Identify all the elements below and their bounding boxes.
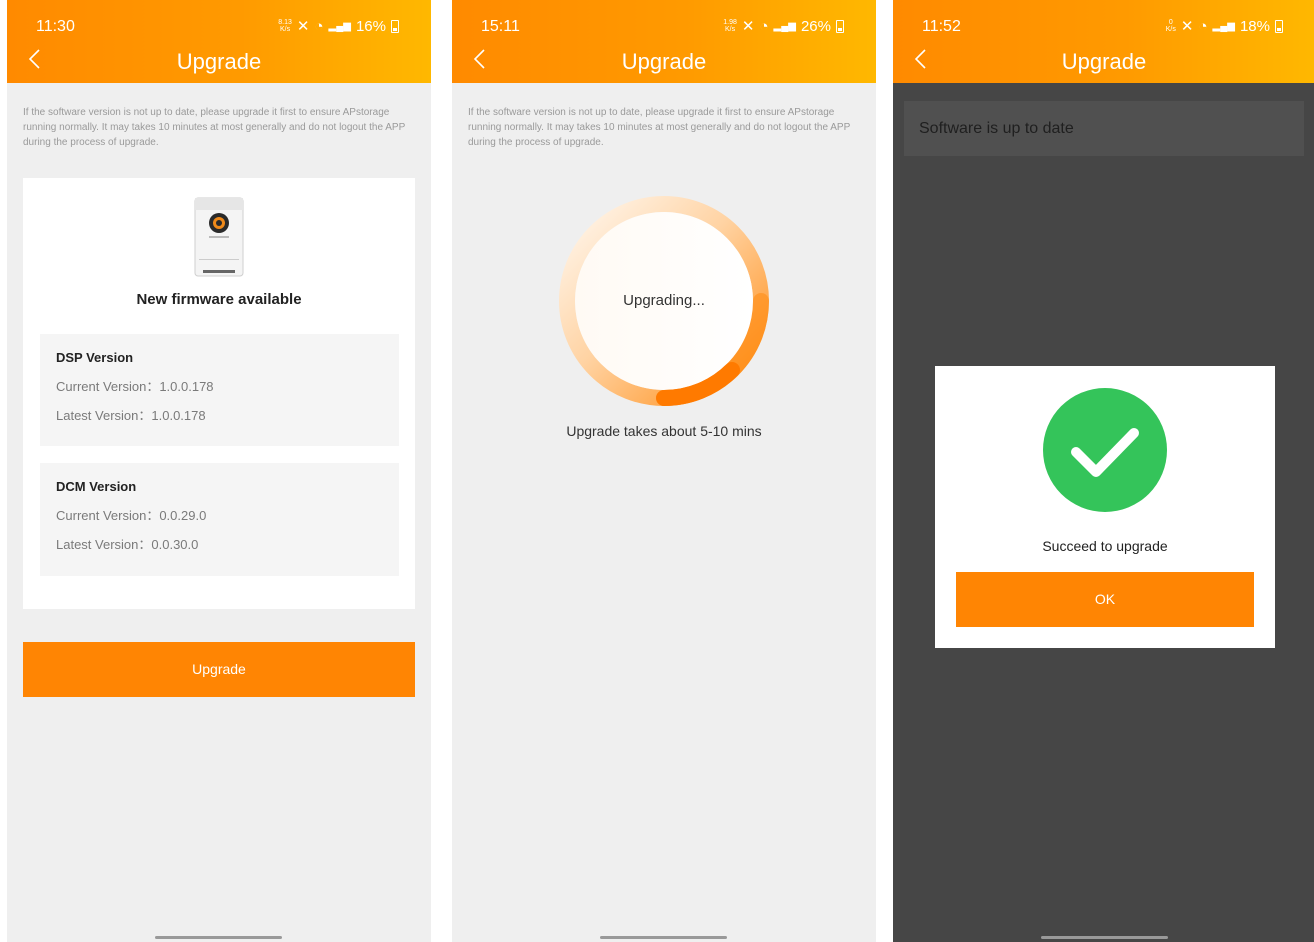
battery-icon <box>836 19 844 33</box>
ok-button[interactable]: OK <box>956 572 1254 627</box>
app-bar: 11:52 0 K/s ✕ ◔ ▂▄▆ 18% Upgrade <box>893 0 1314 83</box>
screen-upgrading: 15:11 1.98 K/s ✕ ◔ ▂▄▆ 26% Upgrade If the… <box>452 0 876 942</box>
status-time: 11:30 <box>36 18 75 35</box>
upgrading-label: Upgrading... <box>623 292 705 309</box>
battery-percent: 26% <box>800 17 831 35</box>
dsp-version-title: DSP Version <box>56 350 134 365</box>
page-title: Upgrade <box>176 49 262 74</box>
app-bar: 15:11 1.98 K/s ✕ ◔ ▂▄▆ 26% Upgrade <box>452 0 876 83</box>
screen-upgrade-success: 11:52 0 K/s ✕ ◔ ▂▄▆ 18% Upgrade Software … <box>893 0 1314 942</box>
mute-icon: ✕ <box>296 18 310 35</box>
upgrade-button[interactable]: Upgrade <box>23 642 415 697</box>
battery-percent: 18% <box>1239 17 1270 35</box>
screen-firmware-available: 11:30 8.13 K/s ✕ ◔ ▂▄▆ 16% Upgrade If the… <box>7 0 431 942</box>
home-indicator[interactable] <box>1041 936 1168 939</box>
home-indicator[interactable] <box>155 936 282 939</box>
intro-text: If the software version is not up to dat… <box>23 107 406 148</box>
software-status-banner: Software is up to date <box>904 101 1304 156</box>
signal-icon: ▂▄▆ <box>773 20 796 32</box>
page-title: Upgrade <box>621 49 707 74</box>
dsp-version-box: DSP Version Current Version：1.0.0.178 La… <box>40 334 399 446</box>
success-check-icon <box>1043 388 1167 512</box>
wifi-icon: ◔ <box>1198 17 1208 35</box>
wifi-icon: ◔ <box>314 17 324 35</box>
page-title: Upgrade <box>1061 49 1147 74</box>
inverter-device-icon <box>194 197 244 277</box>
battery-icon <box>391 19 399 33</box>
dsp-latest-version: Latest Version：1.0.0.178 <box>56 408 206 423</box>
app-bar: 11:30 8.13 K/s ✕ ◔ ▂▄▆ 16% Upgrade <box>7 0 431 83</box>
wifi-icon: ◔ <box>759 17 769 35</box>
success-dialog: Succeed to upgrade OK <box>935 366 1275 648</box>
mute-icon: ✕ <box>741 18 755 35</box>
network-speed: 8.13 K/s <box>278 19 292 33</box>
battery-icon <box>1275 19 1283 33</box>
mute-icon: ✕ <box>1180 18 1194 35</box>
signal-icon: ▂▄▆ <box>1212 20 1235 32</box>
status-time: 11:52 <box>922 18 961 35</box>
status-time: 15:11 <box>481 18 520 35</box>
dcm-version-box: DCM Version Current Version：0.0.29.0 Lat… <box>40 463 399 576</box>
success-message: Succeed to upgrade <box>1042 538 1168 554</box>
dcm-latest-version: Latest Version：0.0.30.0 <box>56 537 199 552</box>
firmware-heading: New firmware available <box>136 291 302 308</box>
signal-icon: ▂▄▆ <box>328 20 351 32</box>
status-icons: 0 K/s ✕ ◔ ▂▄▆ 18% <box>1166 17 1283 35</box>
status-icons: 1.98 K/s ✕ ◔ ▂▄▆ 26% <box>723 17 844 35</box>
status-icons: 8.13 K/s ✕ ◔ ▂▄▆ 16% <box>278 17 399 35</box>
firmware-card: New firmware available DSP Version Curre… <box>23 178 415 609</box>
battery-percent: 16% <box>355 17 386 35</box>
home-indicator[interactable] <box>600 936 727 939</box>
network-speed: 0 K/s <box>1165 19 1176 33</box>
network-speed: 1.98 K/s <box>723 19 737 33</box>
dcm-version-title: DCM Version <box>56 479 137 494</box>
upgrade-eta: Upgrade takes about 5-10 mins <box>566 423 762 439</box>
dcm-current-version: Current Version：0.0.29.0 <box>56 508 207 523</box>
dsp-current-version: Current Version：1.0.0.178 <box>56 379 214 394</box>
intro-text: If the software version is not up to dat… <box>468 107 851 148</box>
